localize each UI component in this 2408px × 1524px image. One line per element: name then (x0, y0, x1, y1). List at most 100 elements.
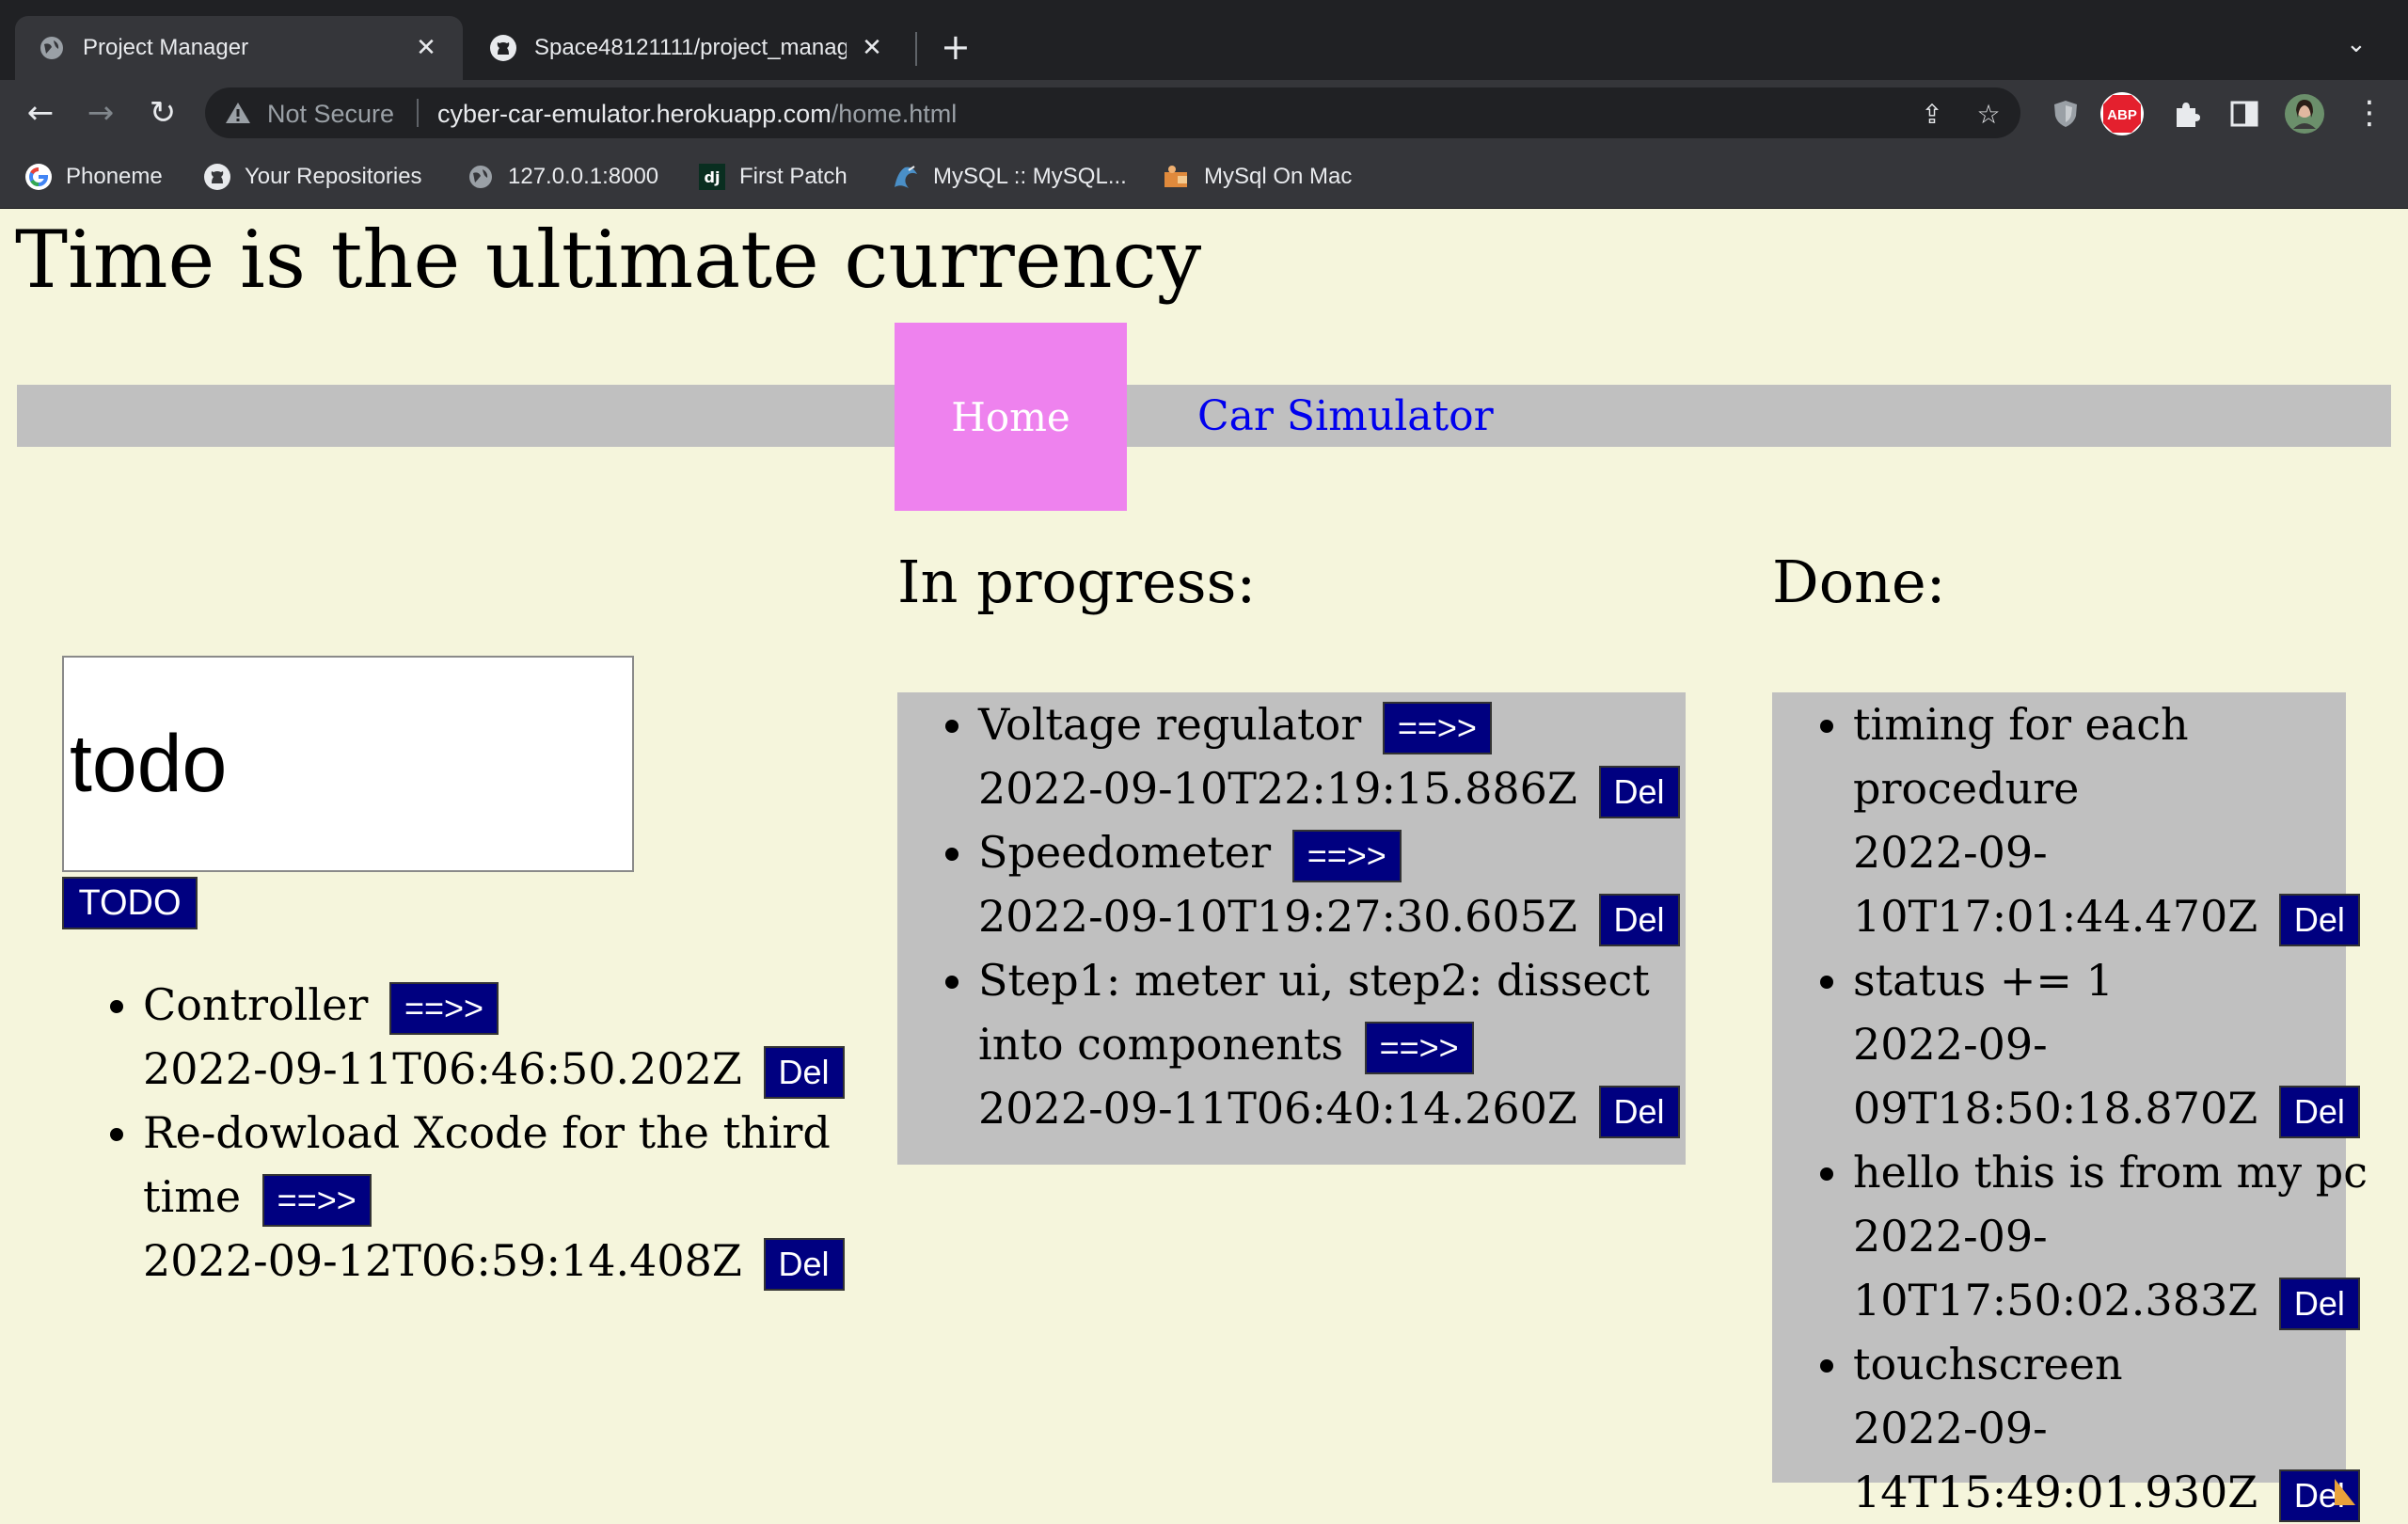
bookmark-label: First Patch (739, 164, 848, 189)
item-timestamp: 2022-09-11T06:40:14.260Z (978, 1083, 1577, 1134)
item-timestamp: 2022-09-10T17:50:02.383Z (1853, 1211, 2258, 1326)
mouse-cursor-icon (2335, 1479, 2355, 1505)
list-item: Speedometer ==>> 2022-09-10T19:27:30.605Z… (978, 820, 1721, 948)
address-divider (417, 99, 419, 127)
globe-icon (467, 163, 495, 191)
shield-icon[interactable] (2049, 97, 2083, 131)
item-text: touchscreen (1853, 1339, 2123, 1389)
list-item: Voltage regulator ==>> 2022-09-10T22:19:1… (978, 692, 1721, 820)
chevron-down-icon[interactable]: ⌄ (2346, 30, 2367, 58)
bookmark-mysql-on-mac[interactable]: MySql On Mac (1163, 161, 1352, 193)
warning-icon[interactable] (224, 99, 252, 127)
close-icon[interactable]: ✕ (858, 34, 886, 62)
django-icon: dj (698, 163, 726, 191)
globe-icon (38, 34, 66, 62)
bookmark-label: MySql On Mac (1204, 164, 1353, 189)
delete-button[interactable]: Del (763, 1046, 845, 1099)
item-timestamp: 2022-09-10T19:27:30.605Z (978, 891, 1577, 942)
adblock-icon[interactable]: ABP (2099, 91, 2145, 136)
in-progress-title: In progress: (897, 548, 1257, 616)
bookmark-first-patch[interactable]: dj First Patch (698, 161, 848, 193)
mysql-icon (892, 163, 920, 191)
todo-list: Controller ==>>2022-09-11T06:46:50.202Z … (62, 973, 858, 1293)
page-title: Time is the ultimate currency (15, 214, 1202, 306)
url-path: /home.html (831, 100, 958, 128)
tab-separator (915, 32, 917, 66)
delete-button[interactable]: Del (1598, 894, 1680, 946)
item-text: Speedometer (978, 827, 1272, 878)
item-text: Controller (143, 979, 369, 1030)
nav-home-link[interactable]: Home (895, 323, 1127, 511)
bookmark-star-icon[interactable]: ☆ (1973, 99, 2004, 130)
security-label[interactable]: Not Secure (267, 100, 394, 129)
svg-text:dj: dj (705, 168, 721, 186)
mysql-folder-icon (1163, 163, 1191, 191)
tab-title: Project Manager (83, 35, 249, 60)
item-timestamp: 2022-09-11T06:46:50.202Z (143, 1043, 742, 1094)
new-tab-icon[interactable]: + (941, 28, 971, 66)
bookmarks-bar: Phoneme Your Repositories 127.0.0.1:8000… (0, 146, 2408, 209)
profile-avatar-icon[interactable] (2284, 93, 2325, 135)
bookmark-label: Your Repositories (245, 164, 422, 189)
item-timestamp: 2022-09-10T22:19:15.886Z (978, 763, 1577, 814)
item-timestamp: 2022-09-12T06:59:14.408Z (143, 1235, 742, 1286)
todo-submit-button[interactable]: TODO (62, 877, 198, 929)
move-button[interactable]: ==>> (1382, 702, 1492, 754)
list-item: Controller ==>>2022-09-11T06:46:50.202Z … (143, 973, 858, 1101)
bookmark-label: 127.0.0.1:8000 (508, 164, 659, 189)
tab-project-manager[interactable]: Project Manager ✕ (15, 16, 463, 80)
forward-arrow-icon[interactable]: → (77, 89, 124, 136)
share-icon[interactable]: ⇪ (1917, 99, 1947, 130)
bookmark-phoneme[interactable]: Phoneme (24, 161, 163, 193)
move-button[interactable]: ==>> (1291, 830, 1402, 882)
delete-button[interactable]: Del (1598, 1086, 1680, 1138)
list-item: Step1: meter ui, step2: dissect into com… (978, 948, 1721, 1140)
address-bar[interactable]: Not Secure cyber-car-emulator.herokuapp.… (205, 87, 2020, 138)
move-button[interactable]: ==>> (261, 1174, 372, 1227)
github-icon (203, 163, 231, 191)
tab-title: Space48121111/project_manag (534, 35, 847, 60)
list-item: Re-dowload Xcode for the third time ==>>… (143, 1101, 858, 1293)
bookmark-label: MySQL :: MySQL... (933, 164, 1127, 189)
item-timestamp: 2022-09-10T17:01:44.470Z (1853, 827, 2258, 942)
item-timestamp: 2022-09-14T15:49:01.930Z (1853, 1403, 2258, 1517)
list-item: timing for each procedure 2022-09-10T17:0… (1853, 692, 2408, 948)
item-timestamp: 2022-09-09T18:50:18.870Z (1853, 1019, 2258, 1134)
back-arrow-icon[interactable]: ← (17, 89, 64, 136)
bookmark-localhost[interactable]: 127.0.0.1:8000 (467, 161, 658, 193)
done-title: Done: (1772, 548, 1946, 616)
delete-button[interactable]: Del (1598, 766, 1680, 818)
list-item: status += 1 2022-09-09T18:50:18.870Z Del (1853, 948, 2408, 1140)
side-panel-icon[interactable] (2227, 97, 2261, 131)
page-content: Time is the ultimate currency Home Car S… (0, 209, 2408, 1522)
item-text: hello this is from my pc (1853, 1147, 2368, 1198)
reload-icon[interactable]: ↻ (139, 89, 186, 136)
close-icon[interactable]: ✕ (412, 34, 440, 62)
move-button[interactable]: ==>> (1364, 1022, 1474, 1074)
url-text[interactable]: cyber-car-emulator.herokuapp.com/home.ht… (437, 100, 957, 129)
tab-strip: Project Manager ✕ Space48121111/project_… (0, 0, 2408, 80)
abp-text: ABP (2107, 107, 2137, 123)
list-item: touchscreen2022-09-14T15:49:01.930Z Del (1853, 1332, 2408, 1524)
delete-button[interactable]: Del (2278, 1278, 2360, 1330)
item-text: Voltage regulator (978, 699, 1362, 750)
move-button[interactable]: ==>> (388, 982, 499, 1035)
bookmark-label: Phoneme (66, 164, 163, 189)
todo-input[interactable]: todo (62, 656, 634, 872)
delete-button[interactable]: Del (2278, 1086, 2360, 1138)
nav-car-simulator-link[interactable]: Car Simulator (1197, 385, 1494, 447)
puzzle-icon[interactable] (2169, 97, 2203, 131)
bookmark-mysql[interactable]: MySQL :: MySQL... (892, 161, 1127, 193)
tab-github[interactable]: Space48121111/project_manag ✕ (467, 16, 909, 80)
done-list: timing for each procedure 2022-09-10T17:0… (1772, 692, 2408, 1524)
in-progress-list: Voltage regulator ==>> 2022-09-10T22:19:1… (897, 692, 1721, 1140)
github-icon (489, 34, 517, 62)
bookmark-your-repositories[interactable]: Your Repositories (203, 161, 422, 193)
item-text: Step1: meter ui, step2: dissect into com… (978, 955, 1650, 1070)
delete-button[interactable]: Del (2278, 894, 2360, 946)
delete-button[interactable]: Del (763, 1238, 845, 1291)
kebab-menu-icon[interactable]: ⋮ (2346, 89, 2393, 136)
list-item: hello this is from my pc 2022-09-10T17:50… (1853, 1140, 2408, 1332)
item-text: status += 1 (1853, 955, 2114, 1006)
google-icon (24, 163, 53, 191)
